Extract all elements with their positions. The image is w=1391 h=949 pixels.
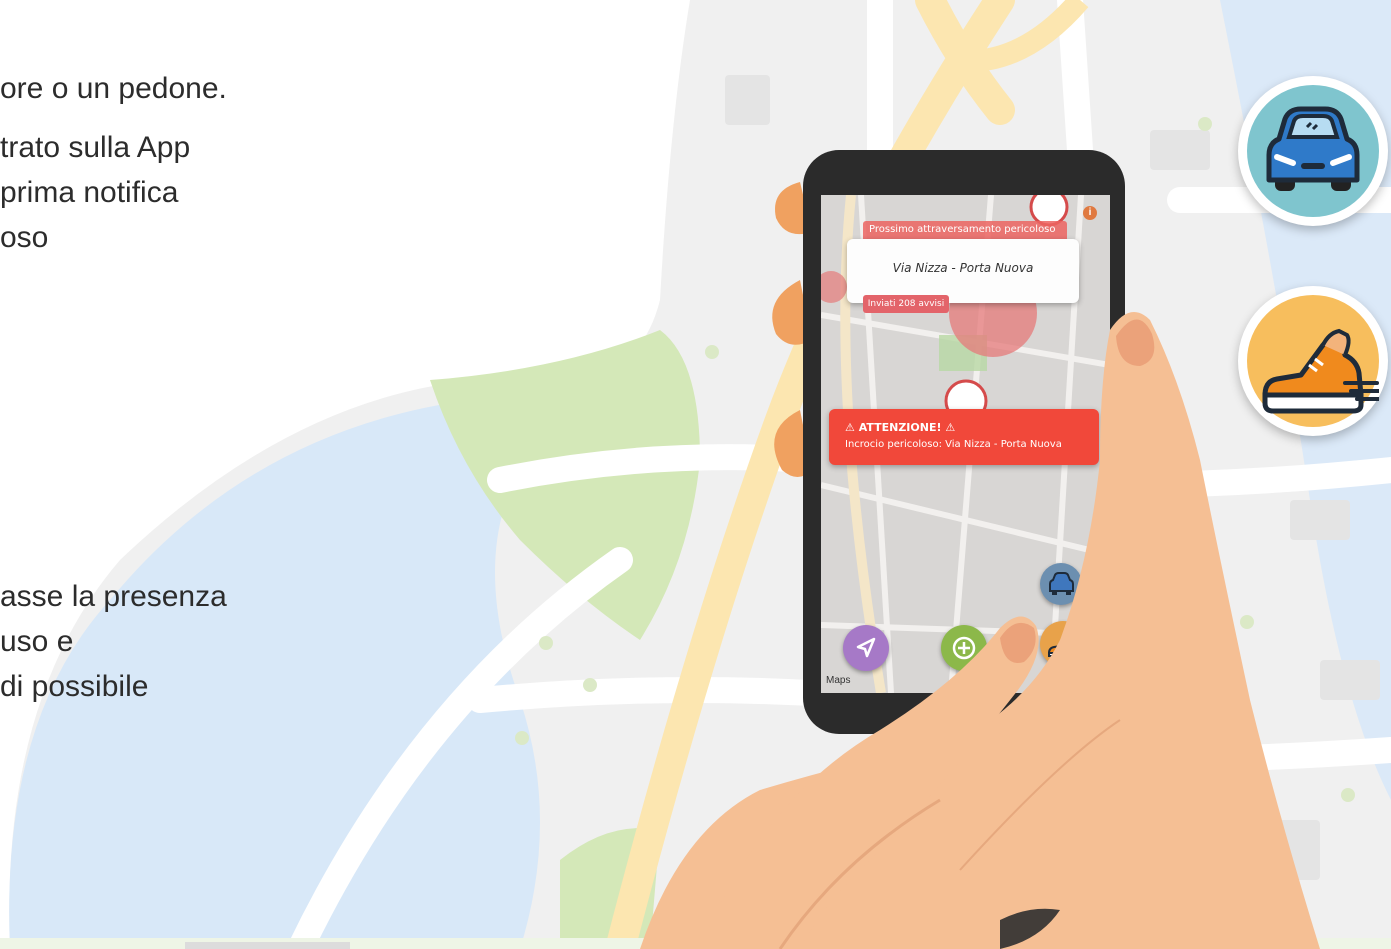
walk-mode-button[interactable] — [1040, 621, 1086, 667]
legal-link[interactable]: Legal — [1076, 681, 1093, 688]
warning-alert[interactable]: ⚠ ATTENZIONE! ⚠ Incrocio pericoloso: Via… — [829, 409, 1099, 465]
sent-count-badge: Inviati 208 avvisi — [863, 295, 949, 313]
navigate-button[interactable] — [843, 625, 889, 671]
info-icon[interactable]: i — [1083, 206, 1097, 220]
alert-message: Incrocio pericoloso: Via Nizza - Porta N… — [845, 439, 1062, 450]
maps-attribution[interactable]: Maps — [826, 675, 850, 686]
alert-title: ⚠ ATTENZIONE! ⚠ — [845, 421, 956, 434]
crossing-card[interactable]: Via Nizza - Porta Nuova — [847, 239, 1079, 303]
hand-fingers-back — [772, 182, 812, 477]
smartphone: Prossimo attraversamento pericoloso Via … — [803, 150, 1125, 734]
car-mode-button[interactable] — [1040, 563, 1082, 605]
next-crossing-banner: Prossimo attraversamento pericoloso — [863, 221, 1067, 239]
car-icon — [1049, 572, 1074, 595]
navigation-arrow-icon — [856, 637, 876, 658]
app-screen: Prossimo attraversamento pericoloso Via … — [821, 195, 1110, 693]
sneaker-icon — [1047, 634, 1080, 657]
plus-icon — [952, 636, 976, 660]
add-button[interactable] — [941, 625, 987, 671]
